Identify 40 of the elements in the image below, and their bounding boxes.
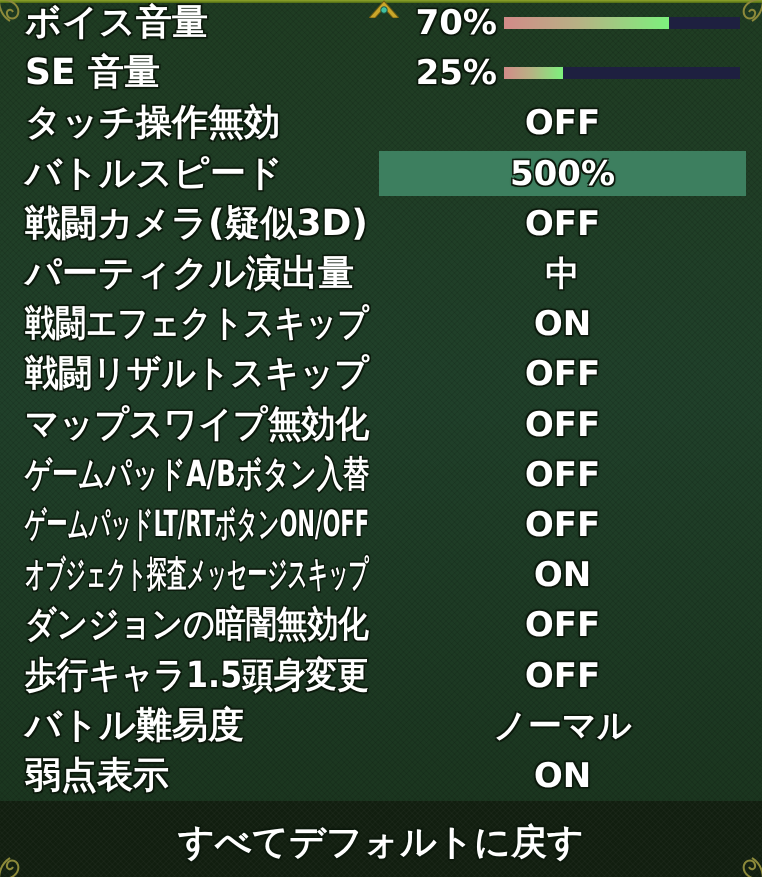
- option-value[interactable]: ON: [379, 302, 746, 347]
- setting-label: ゲームパッドA/Bボタン入替: [25, 456, 370, 493]
- setting-label: ゲームパッドLT/RTボタンON/OFF: [25, 506, 369, 543]
- reset-defaults-button[interactable]: すべてデフォルトに戻す: [174, 823, 588, 863]
- volume-percent: 25%: [416, 56, 497, 90]
- volume-slider[interactable]: [504, 67, 740, 80]
- option-value[interactable]: ON: [379, 753, 746, 798]
- option-value[interactable]: OFF: [379, 602, 746, 648]
- setting-label: 戦闘カメラ(疑似3D): [25, 206, 368, 242]
- option-value[interactable]: ON: [379, 552, 746, 598]
- option-value[interactable]: OFF: [379, 452, 746, 498]
- setting-label: SE 音量: [25, 55, 160, 92]
- option-value[interactable]: OFF: [379, 653, 746, 698]
- option-value[interactable]: 500%: [379, 151, 746, 196]
- option-value[interactable]: ノーマル: [379, 703, 746, 748]
- setting-label: ボイス音量: [25, 5, 208, 42]
- setting-label: オブジェクト探査メッセージスキップ: [25, 557, 369, 594]
- volume-slider[interactable]: [504, 17, 740, 30]
- gem-ornament-icon: [369, 0, 399, 18]
- setting-label: タッチ操作無効: [25, 105, 280, 142]
- setting-label: バトル難易度: [25, 708, 244, 744]
- option-value[interactable]: OFF: [379, 352, 746, 397]
- option-value[interactable]: OFF: [379, 402, 746, 448]
- swirl-ornament-icon: [0, 857, 22, 877]
- setting-label: 戦闘リザルトスキップ: [25, 356, 369, 392]
- setting-label: 歩行キャラ1.5頭身変更: [25, 658, 369, 694]
- option-value[interactable]: 中: [379, 252, 746, 297]
- setting-label: パーティクル演出量: [25, 256, 354, 292]
- option-value[interactable]: OFF: [379, 100, 746, 146]
- setting-label: バトルスピード: [25, 156, 283, 192]
- swirl-ornament-icon: [0, 0, 22, 22]
- option-value[interactable]: OFF: [379, 201, 746, 246]
- setting-label: 弱点表示: [25, 758, 169, 794]
- swirl-ornament-icon: [740, 0, 762, 22]
- swirl-ornament-icon: [740, 857, 762, 877]
- volume-percent: 70%: [416, 6, 497, 40]
- setting-label: 戦闘エフェクトスキップ: [25, 306, 369, 342]
- setting-label: ダンジョンの暗闇無効化: [25, 607, 369, 644]
- setting-label: マップスワイプ無効化: [25, 406, 369, 443]
- option-value[interactable]: OFF: [379, 502, 746, 548]
